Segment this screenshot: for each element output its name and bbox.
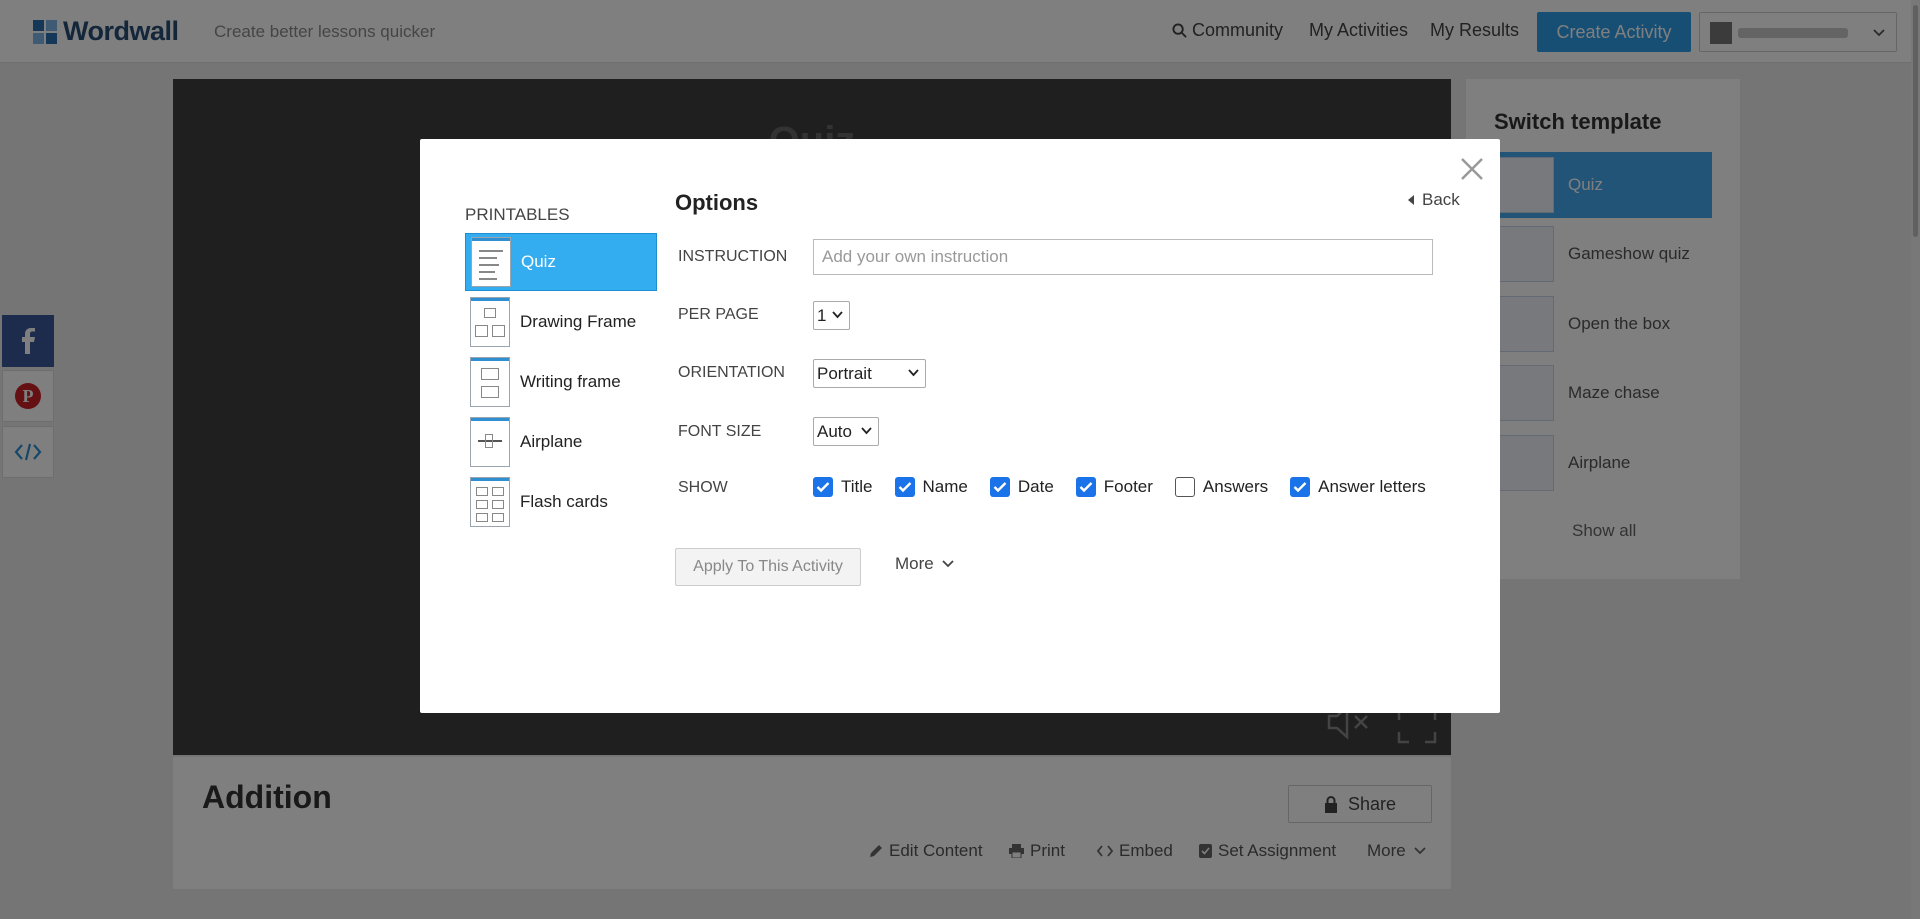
checkmark-icon	[993, 482, 1007, 493]
printable-item-label: Flash cards	[520, 492, 608, 511]
font-size-value: Auto	[817, 421, 852, 441]
show-label: SHOW	[678, 479, 728, 496]
font-size-label: FONT SIZE	[678, 423, 762, 440]
orientation-label: ORIENTATION	[678, 364, 785, 381]
show-options: Title Name Date Footer Answers Answer le…	[813, 477, 1426, 497]
flash-cards-thumbnail-icon	[470, 477, 510, 527]
quiz-thumbnail-icon	[471, 237, 511, 287]
airplane-thumbnail-icon	[470, 417, 510, 467]
show-title-option[interactable]: Title	[813, 477, 873, 497]
instruction-input[interactable]	[813, 239, 1433, 275]
checkmark-icon	[1293, 482, 1307, 493]
name-checkbox[interactable]	[894, 477, 915, 497]
back-link[interactable]: Back	[1408, 190, 1460, 210]
printables-heading: PRINTABLES	[465, 205, 570, 224]
chevron-down-icon	[942, 560, 954, 568]
show-date-option[interactable]: Date	[989, 477, 1054, 497]
chevron-down-icon	[908, 369, 919, 377]
checkmark-icon	[816, 482, 830, 493]
orientation-value: Portrait	[817, 363, 872, 383]
per-page-value: 1	[817, 305, 827, 325]
printable-item-label: Drawing Frame	[520, 312, 637, 331]
show-answers-option[interactable]: Answers	[1174, 477, 1269, 497]
printable-item-quiz[interactable]: Quiz	[465, 233, 657, 291]
show-name-option[interactable]: Name	[894, 477, 968, 497]
show-answer-letters-option[interactable]: Answer letters	[1290, 477, 1426, 497]
date-checkbox[interactable]	[989, 477, 1010, 497]
printable-item-flash-cards[interactable]: Flash cards	[465, 473, 657, 531]
print-options-dialog: PRINTABLES Quiz Drawing Frame Writing fr…	[420, 139, 1500, 713]
writing-frame-thumbnail-icon	[470, 357, 510, 407]
printable-item-writing-frame[interactable]: Writing frame	[465, 353, 657, 411]
show-footer-option[interactable]: Footer	[1075, 477, 1153, 497]
answers-checkbox-label: Answers	[1202, 477, 1269, 496]
checkmark-icon	[898, 482, 911, 493]
title-checkbox[interactable]	[813, 477, 833, 497]
caret-left-icon	[1408, 195, 1414, 205]
printable-item-airplane[interactable]: Airplane	[465, 413, 657, 471]
footer-checkbox-label: Footer	[1103, 477, 1153, 496]
back-label: Back	[1422, 190, 1460, 209]
font-size-select[interactable]: Auto	[813, 417, 879, 446]
chevron-down-icon	[832, 311, 843, 319]
chevron-down-icon	[861, 427, 872, 435]
per-page-label: PER PAGE	[678, 306, 759, 323]
printable-item-label: Quiz	[521, 252, 556, 271]
name-checkbox-label: Name	[922, 477, 968, 496]
more-options-label: More	[895, 554, 934, 573]
printable-item-label: Airplane	[520, 432, 583, 451]
answer-letters-checkbox[interactable]	[1290, 477, 1311, 497]
close-icon[interactable]	[1457, 154, 1487, 184]
date-checkbox-label: Date	[1017, 477, 1054, 496]
options-title: Options	[675, 190, 759, 215]
orientation-select[interactable]: Portrait	[813, 359, 926, 388]
answer-letters-checkbox-label: Answer letters	[1318, 477, 1426, 496]
printable-item-drawing-frame[interactable]: Drawing Frame	[465, 293, 657, 351]
title-checkbox-label: Title	[841, 477, 873, 496]
drawing-frame-thumbnail-icon	[470, 297, 510, 347]
apply-to-activity-button[interactable]: Apply To This Activity	[675, 548, 861, 586]
answers-checkbox[interactable]	[1174, 477, 1195, 497]
checkmark-icon	[1079, 482, 1093, 493]
instruction-label: INSTRUCTION	[678, 248, 788, 265]
footer-checkbox[interactable]	[1075, 477, 1096, 497]
printable-item-label: Writing frame	[520, 372, 621, 391]
per-page-select[interactable]: 1	[813, 301, 850, 330]
more-options-button[interactable]: More	[895, 554, 954, 574]
